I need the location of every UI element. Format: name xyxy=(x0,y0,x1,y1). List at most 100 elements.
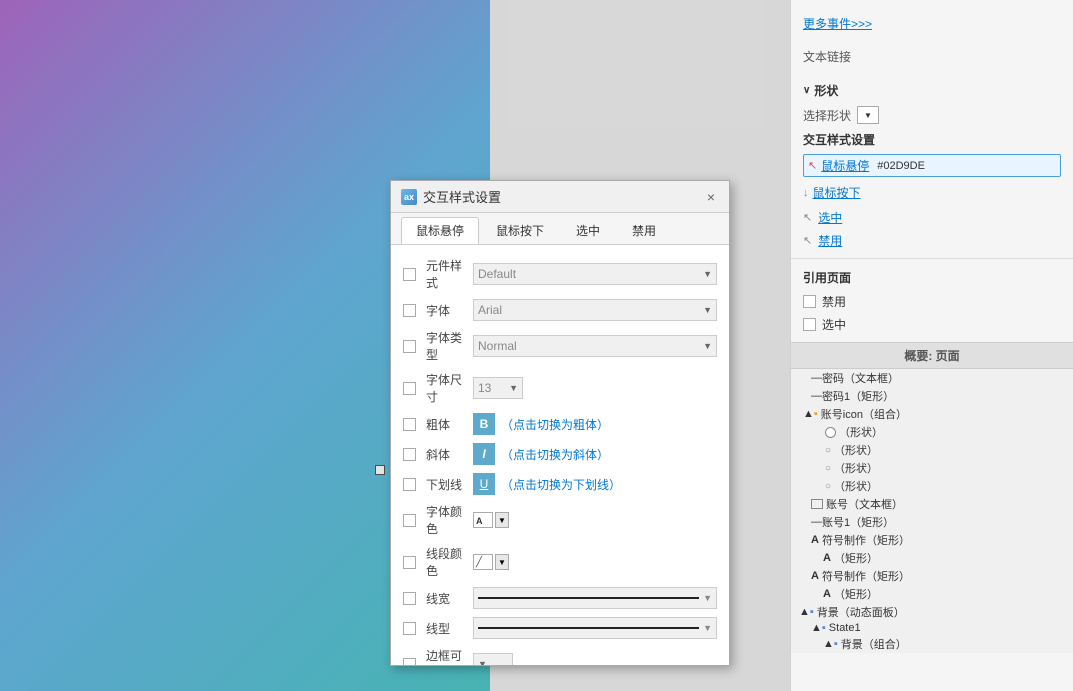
text-link-label: 文本链接 xyxy=(803,48,851,65)
bold-toggle-link[interactable]: （点击切换为粗体） xyxy=(501,416,609,433)
mouse-hover-row[interactable]: ↖ 鼠标悬停 #02D9DE xyxy=(803,154,1061,177)
checkbox-font-color[interactable] xyxy=(403,514,416,527)
tab-select[interactable]: 选中 xyxy=(561,217,615,244)
line-type-arrow: ▼ xyxy=(703,623,712,633)
folder-icon-bg: ▪ xyxy=(810,606,814,618)
line-color-arrow[interactable]: ▼ xyxy=(495,554,509,570)
checkbox-font-type[interactable] xyxy=(403,340,416,353)
select-arrow: ▼ xyxy=(703,269,712,279)
label-italic: 斜体 xyxy=(426,446,450,463)
line-color-swatch[interactable]: ╱ xyxy=(473,554,493,570)
row-italic: 斜体 I （点击切换为斜体） xyxy=(391,439,729,469)
select-font-value: Arial xyxy=(478,303,502,317)
row-underline: 下划线 U （点击切换为下划线） xyxy=(391,469,729,499)
font-color-arrow[interactable]: ▼ xyxy=(495,512,509,528)
tree-section: 概要: 页面 — 密码（文本框） — 密码1（矩形） ▲ ▪ 账号icon（组合… xyxy=(791,342,1073,653)
checkbox-line-color[interactable] xyxy=(403,556,416,569)
font-color-control: A ▼ xyxy=(473,512,509,528)
checkbox-line-width[interactable] xyxy=(403,592,416,605)
font-select-arrow: ▼ xyxy=(703,305,712,315)
checkbox-border-visibility[interactable] xyxy=(403,658,416,666)
tree-item-password1-rect[interactable]: — 密码1（矩形） xyxy=(791,387,1073,405)
shape-selector-arrow: ▼ xyxy=(864,111,872,120)
folder-icon: ▪ xyxy=(814,408,818,420)
label-border-visibility: 边框可见性 xyxy=(426,647,473,665)
line-preview-inner xyxy=(478,597,699,599)
tree-item-rect1[interactable]: A （矩形） xyxy=(791,549,1073,567)
disabled-row[interactable]: ↖ 禁用 xyxy=(791,229,1073,252)
shape-section-title: ∨ 形状 xyxy=(791,78,1073,103)
shape-selector[interactable]: ▼ xyxy=(857,106,879,124)
mouse-down-link[interactable]: 鼠标按下 xyxy=(813,184,861,201)
disabled-link[interactable]: 禁用 xyxy=(818,232,842,249)
checkbox-bold[interactable] xyxy=(403,418,416,431)
checkbox-underline[interactable] xyxy=(403,478,416,491)
radio-icon-2: ○ xyxy=(825,445,831,456)
checkbox-font[interactable] xyxy=(403,304,416,317)
ref-select-checkbox[interactable] xyxy=(803,318,816,331)
label-bold: 粗体 xyxy=(426,416,450,433)
tree-item-account1-rect[interactable]: — 账号1（矩形） xyxy=(791,513,1073,531)
font-size-select-arrow: ▼ xyxy=(509,383,518,393)
label-component-style: 元件样式 xyxy=(426,257,473,291)
select-row[interactable]: ↖ 选中 xyxy=(791,206,1073,229)
checkbox-component-style[interactable] xyxy=(403,268,416,281)
tree-item-account-icon-group[interactable]: ▲ ▪ 账号icon（组合） xyxy=(791,405,1073,423)
font-color-swatch[interactable]: A xyxy=(473,512,493,528)
italic-button[interactable]: I xyxy=(473,443,495,465)
tree-item-password-text[interactable]: — 密码（文本框） xyxy=(791,369,1073,387)
row-font-type: 字体类型 Normal ▼ xyxy=(391,325,729,367)
mouse-hover-color: #02D9DE xyxy=(877,160,925,172)
dialog-icon: ax xyxy=(401,189,417,205)
folder-icon-group: ▪ xyxy=(834,638,838,650)
select-font[interactable]: Arial ▼ xyxy=(473,299,717,321)
select-font-size[interactable]: 13 ▼ xyxy=(473,377,523,399)
mouse-down-row[interactable]: ↓ 鼠标按下 xyxy=(803,181,1061,204)
cursor-icon: ↖ xyxy=(808,159,817,172)
select-link[interactable]: 选中 xyxy=(818,209,842,226)
dialog-titlebar: ax 交互样式设置 × xyxy=(391,181,729,213)
italic-toggle-link[interactable]: （点击切换为斜体） xyxy=(501,446,609,463)
checkbox-font-size[interactable] xyxy=(403,382,416,395)
tree-item-symbol-rect2[interactable]: A 符号制作（矩形） xyxy=(791,567,1073,585)
tree-item-bg-dynamic[interactable]: ▲ ▪ 背景（动态面板） xyxy=(791,603,1073,621)
ref-select-row: 选中 xyxy=(791,313,1073,336)
bold-button[interactable]: B xyxy=(473,413,495,435)
tree-item-rect2[interactable]: A （矩形） xyxy=(791,585,1073,603)
dialog-close-button[interactable]: × xyxy=(703,189,719,205)
select-component-style[interactable]: Default ▼ xyxy=(473,263,717,285)
tab-mouse-hover[interactable]: 鼠标悬停 xyxy=(401,217,479,244)
select-component-style-value: Default xyxy=(478,267,516,281)
line-color-control: ╱ ▼ xyxy=(473,554,509,570)
tab-disabled[interactable]: 禁用 xyxy=(617,217,671,244)
label-font-type: 字体类型 xyxy=(426,329,473,363)
tree-item-bg-group[interactable]: ▲ ▪ 背景（组合） xyxy=(791,635,1073,653)
tree-item-state1[interactable]: ▲ ▪ State1 xyxy=(791,621,1073,635)
tab-mouse-down[interactable]: 鼠标按下 xyxy=(481,217,559,244)
circle-icon-1 xyxy=(825,427,836,438)
tree-item-shape2[interactable]: ○ （形状） xyxy=(791,441,1073,459)
checkbox-line-type[interactable] xyxy=(403,622,416,635)
tree-item-shape4[interactable]: ○ （形状） xyxy=(791,477,1073,495)
underline-button[interactable]: U xyxy=(473,473,495,495)
interaction-style-dialog: ax 交互样式设置 × 鼠标悬停 鼠标按下 选中 禁用 元件样式 Default… xyxy=(390,180,730,666)
select-border-visibility[interactable]: ▼ xyxy=(473,653,513,665)
tree-item-account-text[interactable]: 账号（文本框） xyxy=(791,495,1073,513)
tree-item-shape1[interactable]: （形状） xyxy=(791,423,1073,441)
select-cursor-icon: ↖ xyxy=(803,211,812,224)
text-box-icon xyxy=(811,499,823,509)
tree-item-shape3[interactable]: ○ （形状） xyxy=(791,459,1073,477)
row-font-size: 字体尺寸 13 ▼ xyxy=(391,367,729,409)
select-font-type[interactable]: Normal ▼ xyxy=(473,335,717,357)
line-width-preview[interactable]: ▼ xyxy=(473,587,717,609)
mouse-hover-link[interactable]: 鼠标悬停 xyxy=(821,157,869,174)
label-font-color: 字体颜色 xyxy=(426,503,473,537)
checkbox-italic[interactable] xyxy=(403,448,416,461)
ref-disabled-checkbox[interactable] xyxy=(803,295,816,308)
line-type-preview[interactable]: ▼ xyxy=(473,617,717,639)
tree-item-symbol-rect1[interactable]: A 符号制作（矩形） xyxy=(791,531,1073,549)
more-events-link[interactable]: 更多事件>>> xyxy=(803,15,872,32)
label-underline: 下划线 xyxy=(426,476,462,493)
underline-toggle-link[interactable]: （点击切换为下划线） xyxy=(501,476,621,493)
row-font-color: 字体颜色 A ▼ xyxy=(391,499,729,541)
